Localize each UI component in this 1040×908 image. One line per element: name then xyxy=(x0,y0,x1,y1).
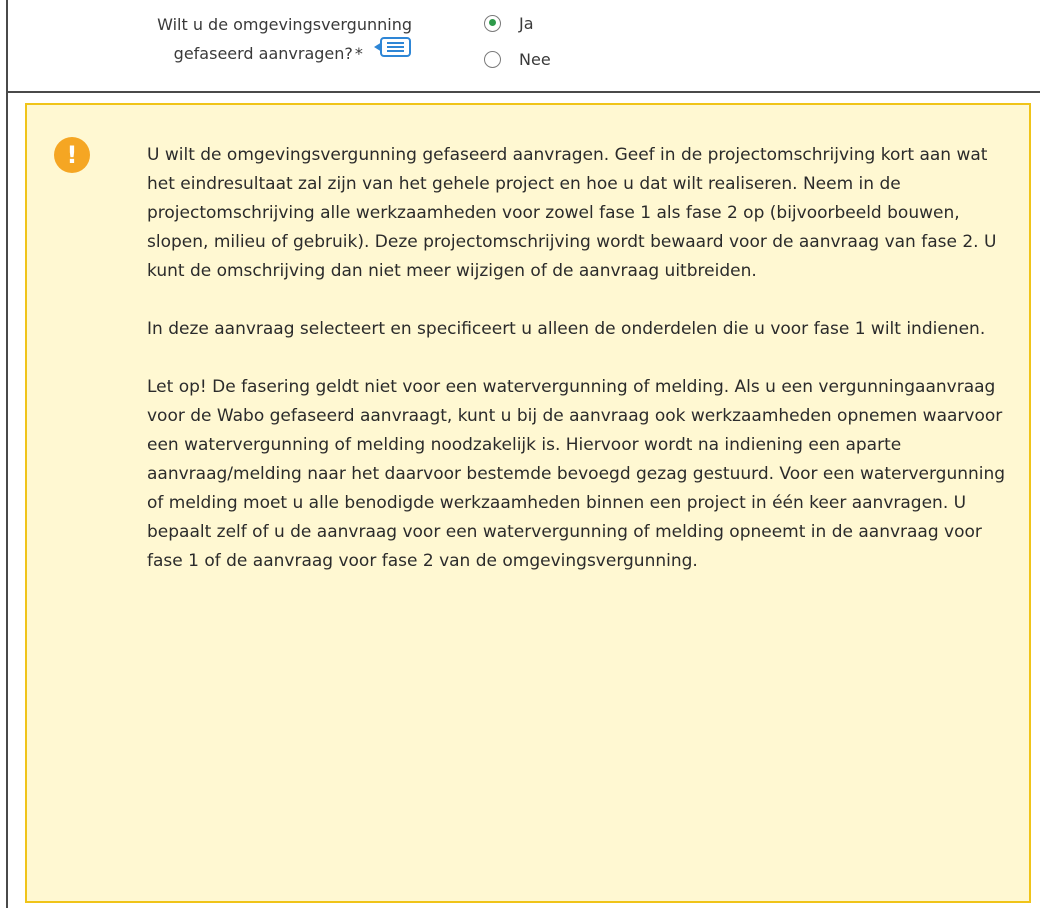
exclamation-icon: ! xyxy=(54,137,90,173)
comment-help-icon[interactable] xyxy=(374,37,412,66)
question-label-line1: Wilt u de omgevingsvergunning xyxy=(157,15,412,34)
section-divider xyxy=(6,91,1040,93)
option-nee[interactable]: Nee xyxy=(484,44,551,74)
warning-text: U wilt de omgevingsvergunning gefaseerd … xyxy=(147,141,1007,576)
warning-paragraph-2: In deze aanvraag selecteert en specifice… xyxy=(147,319,986,339)
option-ja-label: Ja xyxy=(519,13,534,33)
warning-paragraph-3: Let op! De fasering geldt niet voor een … xyxy=(147,377,1006,571)
required-mark: * xyxy=(354,44,363,63)
option-nee-label: Nee xyxy=(519,49,551,69)
warning-paragraph-1: U wilt de omgevingsvergunning gefaseerd … xyxy=(147,145,997,281)
phased-application-options: Ja Nee xyxy=(484,8,551,80)
warning-message-box: ! U wilt de omgevingsvergunning gefaseer… xyxy=(25,103,1031,903)
radio-ja[interactable] xyxy=(484,14,501,32)
option-ja[interactable]: Ja xyxy=(484,8,551,38)
radio-nee[interactable] xyxy=(484,50,501,68)
question-label-line2: gefaseerd aanvragen? xyxy=(173,44,353,63)
question-label-line2-wrap: gefaseerd aanvragen? * xyxy=(32,37,412,69)
phased-application-question: Wilt u de omgevingsvergunning gefaseerd … xyxy=(32,10,412,69)
